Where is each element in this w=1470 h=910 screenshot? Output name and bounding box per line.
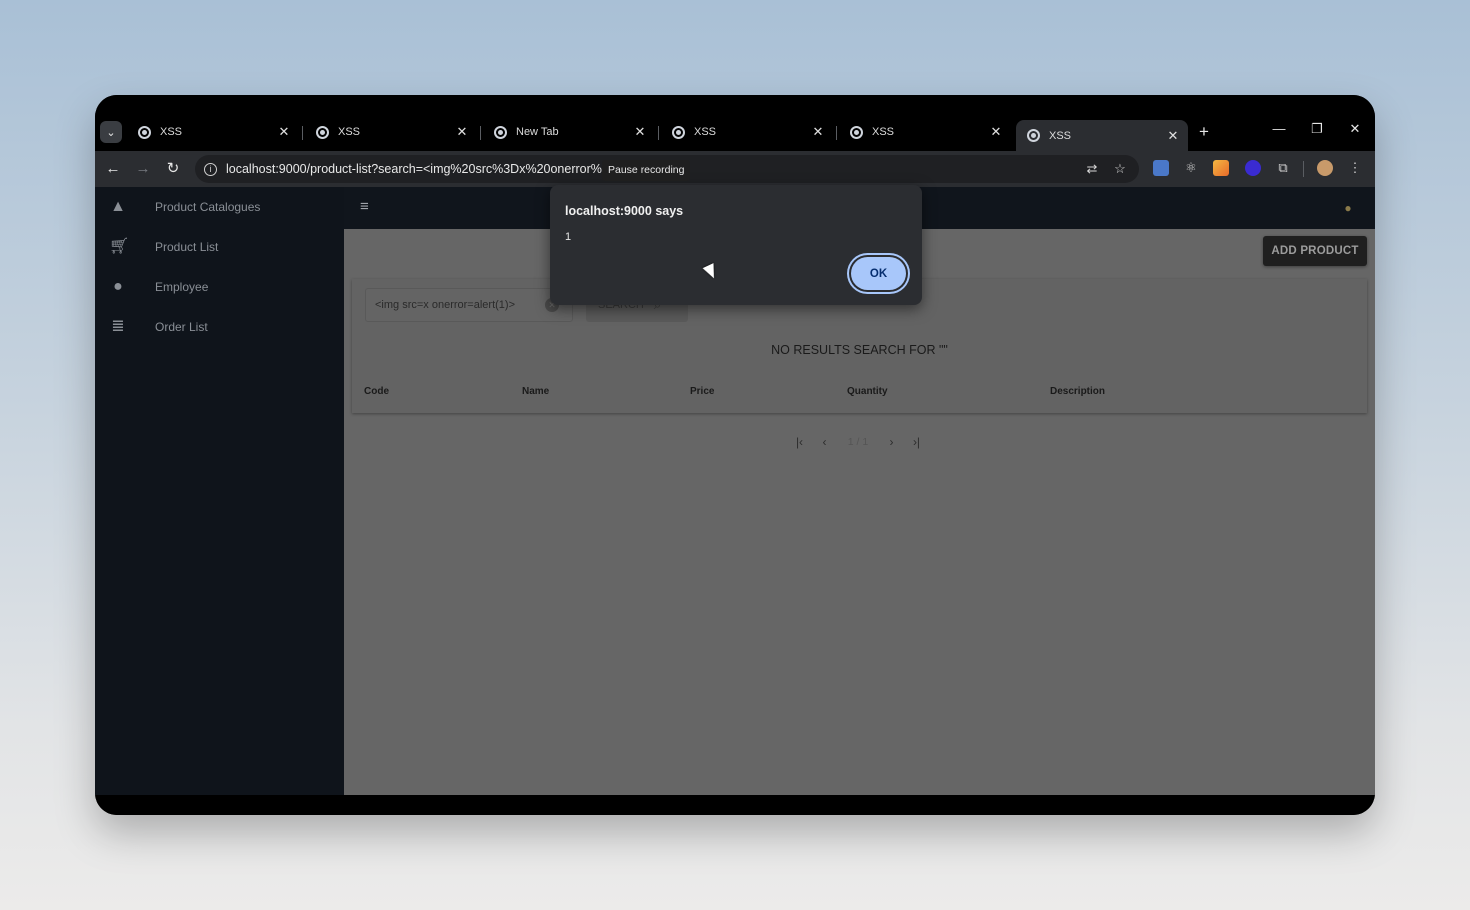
tab-title: XSS (872, 126, 895, 138)
close-tab-icon[interactable]: ✕ (632, 124, 648, 140)
sidebar-item-label: Order List (155, 320, 208, 334)
tab-title: XSS (694, 126, 717, 138)
column-header-price[interactable]: Price (690, 386, 714, 397)
person-icon: ● (113, 278, 123, 295)
tab-separator (480, 126, 481, 140)
list-icon: ≣ (111, 318, 125, 335)
menu-kebab-icon[interactable]: ⋮ (1347, 160, 1363, 176)
chrome-favicon-icon (1027, 129, 1040, 142)
tab-separator (302, 126, 303, 140)
add-product-button[interactable]: ADD PRODUCT (1263, 236, 1367, 266)
column-header-name[interactable]: Name (522, 386, 549, 397)
browser-window: ⌄ XSS ✕ XSS ✕ New Tab ✕ XSS ✕ XSS ✕ XSS … (95, 95, 1375, 815)
chrome-favicon-icon (850, 125, 863, 139)
tab-1[interactable]: XSS ✕ (127, 120, 299, 144)
window-bottom-bezel (95, 795, 1375, 815)
chrome-favicon-icon (494, 125, 507, 139)
restore-icon[interactable]: ❐ (1307, 121, 1327, 137)
search-input-value[interactable]: <img src=x onerror=alert(1)> (375, 299, 545, 311)
user-avatar-icon[interactable]: ● (1341, 201, 1355, 215)
tab-separator (836, 126, 837, 140)
tab-6-active[interactable]: XSS ✕ (1016, 120, 1188, 151)
hamburger-menu-icon[interactable]: ≡ (360, 199, 376, 214)
cart-icon: 🛒︎ (109, 238, 130, 255)
dialog-message: 1 (565, 231, 572, 243)
chrome-favicon-icon (138, 125, 151, 139)
site-info-icon[interactable]: i (204, 162, 217, 176)
search-input[interactable]: <img src=x onerror=alert(1)> ✕ (365, 288, 573, 322)
sidebar-item-product-catalogues[interactable]: ▲ Product Catalogues (95, 187, 344, 227)
close-window-icon[interactable]: ✕ (1345, 121, 1365, 137)
column-header-quantity[interactable]: Quantity (847, 386, 888, 397)
sidebar-item-label: Product List (155, 240, 219, 254)
ok-button[interactable]: OK (851, 257, 906, 290)
tab-3[interactable]: New Tab ✕ (483, 120, 655, 144)
tab-5[interactable]: XSS ✕ (839, 120, 1011, 144)
translate-icon[interactable]: ⇄ (1083, 161, 1101, 177)
back-arrow-icon[interactable]: ← (102, 158, 124, 180)
chrome-favicon-icon (672, 125, 685, 139)
toolbar-separator (1303, 161, 1304, 177)
first-page-icon[interactable]: |‹ (787, 435, 812, 449)
sidebar-item-employee[interactable]: ● Employee (95, 267, 344, 307)
tab-strip: ⌄ XSS ✕ XSS ✕ New Tab ✕ XSS ✕ XSS ✕ XSS … (95, 95, 1375, 151)
extension-react-icon[interactable]: ⚛ (1183, 160, 1199, 176)
chrome-favicon-icon (316, 125, 329, 139)
pause-recording-tooltip: Pause recording (602, 160, 691, 181)
sidebar-item-order-list[interactable]: ≣ Order List (95, 307, 344, 347)
tab-title: XSS (160, 126, 183, 138)
sidebar: ▲ Product Catalogues 🛒︎ Product List ● E… (95, 187, 344, 795)
dialog-title: localhost:9000 says (565, 204, 684, 218)
browser-toolbar: ← → ↻ i localhost:9000/product-list?sear… (95, 151, 1375, 187)
tab-title: XSS (338, 126, 361, 138)
minimize-icon[interactable]: — (1269, 121, 1289, 136)
page-indicator: 1 / 1 (847, 436, 869, 448)
tab-title: XSS (1049, 129, 1072, 142)
alert-dialog: localhost:9000 says 1 OK (550, 185, 922, 305)
tab-search-chevron-icon[interactable]: ⌄ (100, 121, 122, 143)
profile-avatar[interactable] (1317, 160, 1333, 176)
shapes-icon: ▲ (110, 198, 126, 215)
column-header-description[interactable]: Description (1050, 386, 1105, 397)
tab-4[interactable]: XSS ✕ (661, 120, 833, 144)
sidebar-item-product-list[interactable]: 🛒︎ Product List (95, 227, 344, 267)
close-tab-icon[interactable]: ✕ (276, 124, 292, 140)
previous-page-icon[interactable]: ‹ (812, 435, 837, 449)
extension-color-icon[interactable] (1213, 160, 1229, 176)
column-header-code[interactable]: Code (364, 386, 389, 397)
sidebar-item-label: Product Catalogues (155, 200, 261, 214)
url-text[interactable]: localhost:9000/product-list?search=<img%… (226, 162, 602, 176)
tab-title: New Tab (516, 126, 559, 138)
extension-translate-icon[interactable] (1153, 160, 1169, 176)
last-page-icon[interactable]: ›| (904, 435, 929, 449)
no-results-message: NO RESULTS SEARCH FOR "" (771, 343, 948, 357)
tab-separator (658, 126, 659, 140)
tab-2[interactable]: XSS ✕ (305, 120, 477, 144)
forward-arrow-icon[interactable]: → (132, 158, 154, 180)
close-tab-icon[interactable]: ✕ (810, 124, 826, 140)
sidebar-item-label: Employee (155, 280, 209, 294)
extension-recorder-icon[interactable] (1245, 160, 1261, 176)
pagination: |‹ ‹ 1 / 1 › ›| (787, 433, 929, 451)
new-tab-button[interactable]: + (1195, 122, 1213, 142)
extensions-puzzle-icon[interactable]: ⧉ (1275, 160, 1291, 176)
next-page-icon[interactable]: › (879, 435, 904, 449)
close-tab-icon[interactable]: ✕ (454, 124, 470, 140)
bookmark-star-icon[interactable]: ☆ (1111, 161, 1129, 177)
close-tab-icon[interactable]: ✕ (1165, 128, 1181, 144)
reload-icon[interactable]: ↻ (162, 158, 184, 180)
close-tab-icon[interactable]: ✕ (988, 124, 1004, 140)
